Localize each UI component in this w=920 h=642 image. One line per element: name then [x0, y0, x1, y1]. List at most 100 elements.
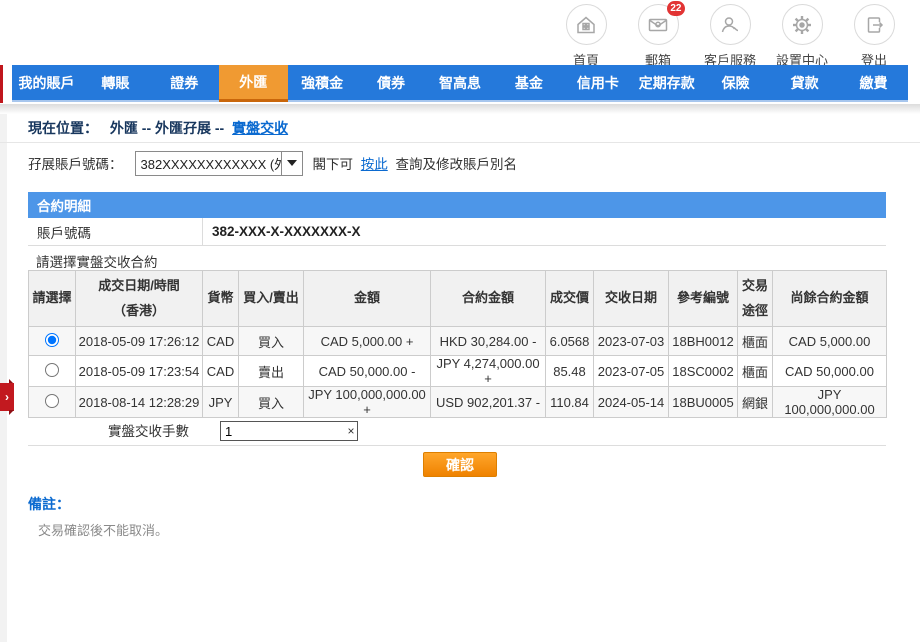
col-header-amount: 金額 [304, 271, 431, 327]
col-header-deal-rate: 成交價 [546, 271, 594, 327]
confirm-button[interactable]: 確認 [423, 452, 497, 477]
breadcrumb-current-link[interactable]: 實盤交收 [232, 120, 288, 136]
cell-buy-sell: 買入 [239, 327, 304, 356]
settings-gear-icon [782, 4, 823, 45]
remarks-title: 備註： [28, 494, 70, 514]
nav-tab-funds[interactable]: 基金 [494, 65, 563, 100]
cell-reference: 18SC0002 [669, 356, 738, 387]
settlement-lots-input[interactable] [220, 421, 358, 441]
logout-button[interactable]: 登出 [846, 4, 902, 69]
account-number-row: 賬戶號碼 382-XXX-X-XXXXXXX-X [28, 218, 886, 246]
section-divider [0, 142, 920, 143]
settlement-lots-row: 實盤交收手數 × [28, 417, 886, 446]
logout-icon [854, 4, 895, 45]
ribbon-fold-bottom [9, 410, 14, 415]
contract-radio-2[interactable] [45, 363, 59, 377]
nav-tab-securities[interactable]: 證券 [150, 65, 219, 100]
nav-shadow [0, 104, 920, 114]
col-header-channel: 交易 途徑 [738, 271, 773, 327]
customer-service-button[interactable]: 客戶服務 [702, 4, 758, 69]
nav-tab-mpf[interactable]: 強積金 [288, 65, 357, 100]
nav-tab-smart-interest[interactable]: 智高息 [426, 65, 495, 100]
cell-channel: 網銀 [738, 387, 773, 418]
page: 首頁 22 郵箱 客戶服務 設置中心 登出 [0, 0, 920, 642]
col-header-deal-datetime: 成交日期/時間 （香港） [76, 271, 203, 327]
cell-remaining: CAD 50,000.00 [773, 356, 887, 387]
cell-rate: 85.48 [546, 356, 594, 387]
settlement-lots-label: 實盤交收手數 [108, 417, 189, 446]
mailbox-button[interactable]: 22 郵箱 [630, 4, 686, 69]
contract-radio-3[interactable] [45, 394, 59, 408]
cell-remaining: JPY 100,000,000.00 [773, 387, 887, 418]
col-header-remaining-amount: 尚餘合約金額 [773, 271, 887, 327]
cell-settlement-date: 2024-05-14 [594, 387, 669, 418]
table-header-row: 請選擇 成交日期/時間 （香港） 貨幣 買入/賣出 金額 合約金額 成交價 交收… [29, 271, 887, 327]
table-row: 2018-08-14 12:28:29 JPY 買入 JPY 100,000,0… [29, 387, 887, 418]
nav-tab-time-deposit[interactable]: 定期存款 [632, 65, 701, 100]
cell-amount: JPY 100,000,000.00 + [304, 387, 431, 418]
alias-hint-after: 查詢及修改賬戶別名 [396, 157, 518, 172]
margin-account-selected-value: 382XXXXXXXXXXXX (外匯孖展賬戶) [136, 154, 281, 173]
contract-radio-1[interactable] [45, 333, 59, 347]
nav-edge-accent [0, 65, 3, 103]
nav-tab-bill-payment[interactable]: 繳費 [839, 65, 908, 100]
col-header-currency: 貨幣 [203, 271, 239, 327]
col-header-reference-no: 參考編號 [669, 271, 738, 327]
cell-rate: 6.0568 [546, 327, 594, 356]
margin-account-select[interactable]: 382XXXXXXXXXXXX (外匯孖展賬戶) [135, 151, 303, 176]
cell-contract-amount: HKD 30,284.00 - [431, 327, 546, 356]
left-gutter [0, 112, 7, 642]
home-button[interactable]: 首頁 [558, 4, 614, 69]
cell-reference: 18BU0005 [669, 387, 738, 418]
alias-hint-before: 閣下可 [313, 157, 354, 172]
breadcrumb-path: 外匯 -- 外匯孖展 -- [110, 120, 224, 136]
unread-count-badge: 22 [667, 1, 684, 16]
cell-contract-amount: USD 902,201.37 - [431, 387, 546, 418]
alias-hint: 閣下可 按此 查詢及修改賬戶別名 [313, 153, 518, 173]
chevron-right-icon: › [0, 383, 14, 411]
margin-account-label: 孖展賬戶號碼： [28, 153, 123, 173]
remarks-note: 交易確認後不能取消。 [38, 520, 168, 539]
nav-tab-credit-card[interactable]: 信用卡 [563, 65, 632, 100]
nav-tab-forex-active[interactable]: 外匯 [219, 65, 288, 102]
account-number-value: 382-XXX-X-XXXXXXX-X [203, 218, 886, 245]
nav-tab-my-accounts[interactable]: 我的賬戶 [12, 65, 81, 100]
cell-channel: 櫃面 [738, 356, 773, 387]
cell-settlement-date: 2023-07-03 [594, 327, 669, 356]
cell-datetime: 2018-05-09 17:26:12 [76, 327, 203, 356]
cell-reference: 18BH0012 [669, 327, 738, 356]
nav-tab-transfer[interactable]: 轉賬 [81, 65, 150, 100]
alias-edit-link[interactable]: 按此 [361, 157, 388, 172]
cell-currency: CAD [203, 327, 239, 356]
clear-input-icon[interactable]: × [344, 422, 358, 440]
breadcrumb: 現在位置： 外匯 -- 外匯孖展 -- 實盤交收 [28, 118, 288, 138]
col-header-contract-amount: 合約金額 [431, 271, 546, 327]
cell-datetime: 2018-05-09 17:23:54 [76, 356, 203, 387]
cell-remaining: CAD 5,000.00 [773, 327, 887, 356]
nav-tab-bonds[interactable]: 債券 [357, 65, 426, 100]
col-header-settlement-date: 交收日期 [594, 271, 669, 327]
mail-icon: 22 [638, 4, 679, 45]
cell-amount: CAD 5,000.00 + [304, 327, 431, 356]
table-row: 2018-05-09 17:23:54 CAD 賣出 CAD 50,000.00… [29, 356, 887, 387]
cell-settlement-date: 2023-07-05 [594, 356, 669, 387]
cell-amount: CAD 50,000.00 - [304, 356, 431, 387]
select-dropdown-arrow-icon[interactable] [281, 152, 302, 175]
col-header-select: 請選擇 [29, 271, 76, 327]
side-panel-expand-tab[interactable]: › [0, 379, 16, 415]
select-contract-prompt: 請選擇實盤交收合約 [36, 251, 158, 271]
contract-details-header: 合約明細 [28, 192, 886, 218]
table-row: 2018-05-09 17:26:12 CAD 買入 CAD 5,000.00 … [29, 327, 887, 356]
col-header-buy-sell: 買入/賣出 [239, 271, 304, 327]
nav-tab-insurance[interactable]: 保險 [701, 65, 770, 100]
main-nav: 我的賬戶 轉賬 證券 外匯 強積金 債券 智高息 基金 信用卡 定期存款 保險 … [12, 65, 908, 102]
cell-datetime: 2018-08-14 12:28:29 [76, 387, 203, 418]
home-icon [566, 4, 607, 45]
cell-buy-sell: 買入 [239, 387, 304, 418]
account-number-label: 賬戶號碼 [28, 218, 203, 245]
cell-currency: JPY [203, 387, 239, 418]
breadcrumb-prefix: 現在位置： [28, 120, 98, 136]
nav-tab-loans[interactable]: 貸款 [770, 65, 839, 100]
customer-service-icon [710, 4, 751, 45]
settings-button[interactable]: 設置中心 [774, 4, 830, 69]
